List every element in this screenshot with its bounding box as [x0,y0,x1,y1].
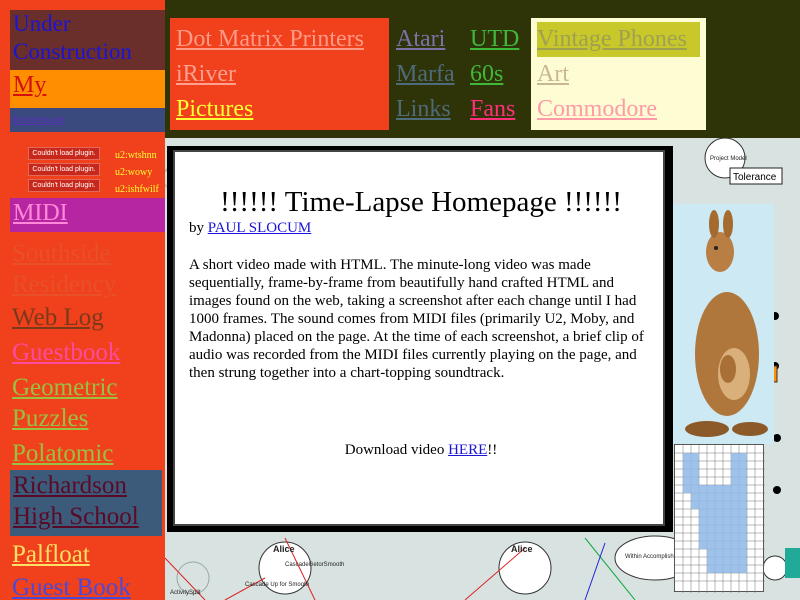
nav-link-marfa[interactable]: Marfa [396,57,455,92]
nav-link-links[interactable]: Links [396,92,455,127]
nav-link-atari[interactable]: Atari [396,22,455,57]
nav-group-mid: Atari Marfa Links UTD 60s Fans [390,18,530,130]
nav-link-commodore[interactable]: Commodore [537,92,700,127]
geometric-puzzles-link[interactable]: Geometric Puzzles [12,374,118,432]
sidebar-my[interactable]: My [10,70,165,108]
web-log-link[interactable]: Web Log [12,304,104,331]
richardson-link[interactable]: Richardson High School [13,472,139,530]
download-prefix: Download video [344,442,445,458]
homepage-link[interactable]: Homepage [13,112,65,126]
under-construction-link[interactable]: Under Construction [13,11,132,64]
kangaroo-image [672,204,774,444]
diagram-label: Alice [273,544,295,554]
card-content: !!!!!! Time-Lapse Homepage !!!!!! by PAU… [173,150,665,526]
byline-prefix: by [189,220,204,236]
polatomic-link[interactable]: Polatomic [12,440,113,467]
sidebar-midi[interactable]: MIDI [10,198,165,232]
nav-link-vintage-phones[interactable]: Vintage Phones [537,22,700,57]
sidebar-under-construction[interactable]: Under Construction [10,10,165,70]
kangaroo-plush-icon [685,210,768,437]
sidebar-item-geometric-puzzles[interactable]: Geometric Puzzles [12,372,162,434]
sidebar-item-polatomic[interactable]: Polatomic [12,438,113,469]
my-link[interactable]: My [13,72,46,98]
sidebar-item-richardson[interactable]: Richardson High School [10,470,162,536]
diagram-label: Tolerance [733,172,777,183]
diagram-label: ActivitySplit [170,590,201,596]
card-byline: by PAUL SLOCUM [189,220,311,237]
card-description: A short video made with HTML. The minute… [189,257,644,381]
southside-link[interactable]: Southside Residency [12,240,116,298]
plugin-placeholder: Couldn't load plugin. [28,147,100,160]
guest-book-link[interactable]: Guest Book [12,574,131,600]
nav-link-dot-matrix-printers[interactable]: Dot Matrix Printers [176,22,383,57]
pixel-grid-icon [675,445,765,593]
download-suffix: !! [487,442,498,458]
nav-link-art[interactable]: Art [537,57,700,92]
nav-link-fans[interactable]: Fans [470,92,519,127]
u2-track: u2:ishfwilf [115,184,159,195]
sidebar-item-guestbook[interactable]: Guestbook [12,337,120,368]
nav-link-60s[interactable]: 60s [470,57,519,92]
sidebar-item-guest-book[interactable]: Guest Book [12,572,131,600]
time-lapse-card: !!!!!! Time-Lapse Homepage !!!!!! by PAU… [167,146,673,532]
diagram-label: Alice [511,544,533,554]
nav-mid-col-1: Atari Marfa Links [396,22,455,127]
nav-link-iriver[interactable]: iRiver [176,57,383,92]
sidebar-item-web-log[interactable]: Web Log [12,302,104,333]
puzzle-grid-image [674,444,765,593]
u2-track: u2:wowy [115,167,153,178]
midi-link[interactable]: MIDI [13,200,68,226]
nav-group-red: Dot Matrix Printers iRiver Pictures [170,18,389,130]
sidebar-homepage[interactable]: Homepage [10,108,165,132]
nav-link-pictures[interactable]: Pictures [176,92,383,127]
nav-link-utd[interactable]: UTD [470,22,519,57]
author-link[interactable]: PAUL SLOCUM [208,220,312,236]
download-link[interactable]: HERE [448,442,487,458]
plugin-placeholder: Couldn't load plugin. [28,163,100,176]
card-download: Download video HERE!! [177,442,665,459]
u2-track: u2:wtshnn [115,150,157,161]
diagram-label: CascadeGetorSmooth [285,562,344,568]
diagram-label: Cascade Up for Smooth [245,582,309,588]
nav-group-yellow: Vintage Phones Art Commodore [531,18,706,130]
diagram-label: Project Model [710,156,747,162]
sidebar-item-palfloat[interactable]: Palfloat [12,539,90,570]
card-title: !!!!!! Time-Lapse Homepage !!!!!! [220,186,622,218]
palfloat-link[interactable]: Palfloat [12,541,90,568]
guestbook-link[interactable]: Guestbook [12,339,120,366]
sidebar-item-southside[interactable]: Southside Residency [12,238,162,300]
nav-mid-col-2: UTD 60s Fans [470,22,519,127]
plugin-placeholder: Couldn't load plugin. [28,179,100,192]
